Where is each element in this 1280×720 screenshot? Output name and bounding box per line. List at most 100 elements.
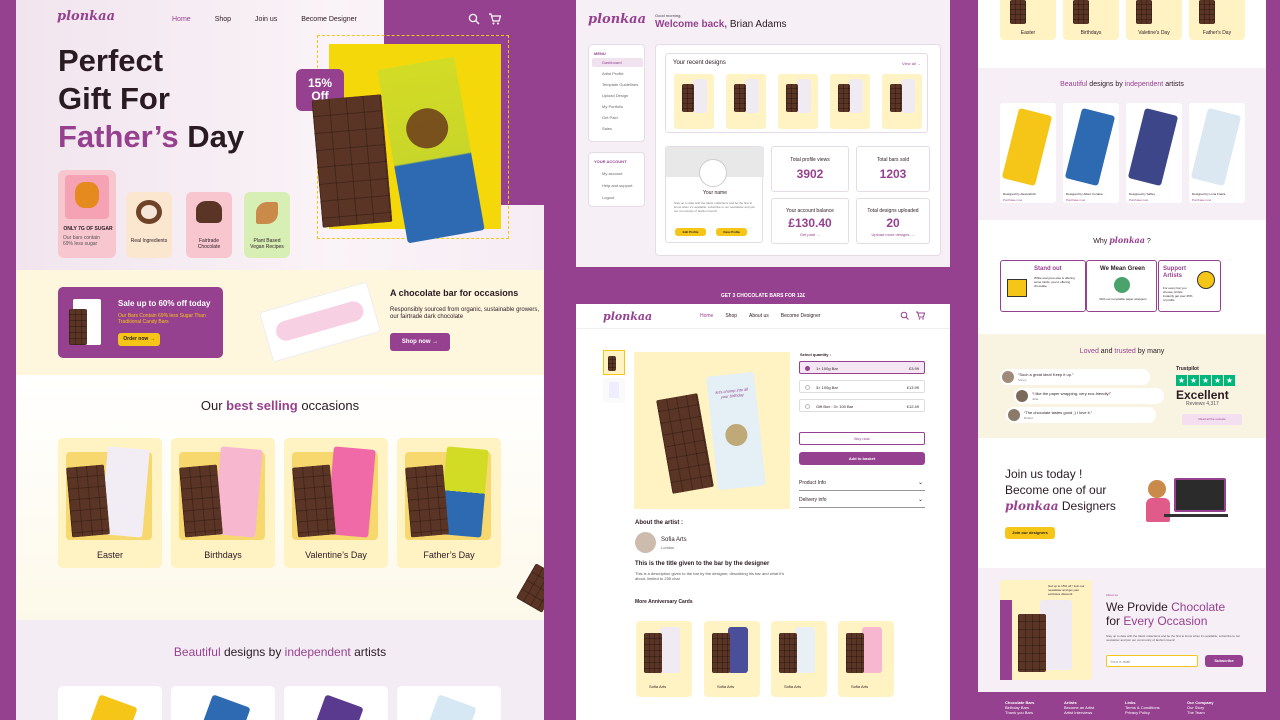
panel-home-sections: Easter Birthdays Valetine's Day Father's… bbox=[978, 0, 1266, 720]
nav-home[interactable]: Home bbox=[172, 16, 191, 23]
occasion-card-easter[interactable]: Easter bbox=[58, 438, 162, 568]
view-profile-button[interactable]: View Profile bbox=[716, 228, 747, 236]
nav-home[interactable]: Home bbox=[700, 313, 713, 319]
designer-card-2[interactable]: Designed by Albert Cordeia Purchase now bbox=[1063, 103, 1119, 203]
join-designers-button[interactable]: Join our designers bbox=[1005, 527, 1055, 539]
accordion-product-info[interactable]: Product Info ⌄ bbox=[799, 480, 925, 491]
nav-become-designer[interactable]: Become Designer bbox=[301, 16, 357, 23]
occasion-card-fathers-day[interactable]: Father’s Day bbox=[397, 438, 501, 568]
footer-link[interactable]: Thank you Bars bbox=[1005, 710, 1034, 715]
recent-design-4[interactable] bbox=[830, 74, 870, 129]
subscribe-button[interactable]: Subscribe bbox=[1205, 655, 1243, 667]
brand-logo[interactable]: plonkaa bbox=[57, 9, 115, 24]
select-quantity-label: Select quantity : bbox=[800, 352, 831, 357]
designer-card-1[interactable]: Designed by Alexandrich Purchase now bbox=[1000, 103, 1056, 203]
about-artist-heading: About the artist : bbox=[635, 520, 683, 526]
sidebar-item-my-account[interactable]: My account bbox=[602, 171, 622, 176]
footer: Chocolate Bars Birthday Bars Thank you Bar… bbox=[978, 692, 1266, 720]
cart-icon[interactable] bbox=[915, 311, 925, 320]
account-menu: YOUR ACCOUNT My account Help and support… bbox=[588, 152, 645, 207]
occasion-desc: Responsibly sourced from organic, sustai… bbox=[390, 307, 540, 320]
sidebar-item-help[interactable]: Help and support bbox=[602, 183, 632, 188]
recent-designs-card: Your recent designs View all → bbox=[665, 53, 928, 133]
accordion-delivery-info[interactable]: Delivery info ⌄ bbox=[799, 497, 925, 508]
design-preview-1 bbox=[58, 686, 162, 720]
footer-link[interactable]: Privacy Policy bbox=[1125, 710, 1160, 715]
get-paid-link[interactable]: Get paid → bbox=[772, 232, 848, 237]
hero-title: Perfect Gift For Father’s Day bbox=[58, 43, 245, 154]
view-all-link[interactable]: View all → bbox=[902, 61, 921, 66]
product-nav: Home Shop About us Become Designer bbox=[700, 313, 821, 319]
sidebar-item-dashboard[interactable]: Dashboard bbox=[592, 58, 643, 67]
why-card-support: Support Artists For every bar you choose… bbox=[1158, 260, 1221, 312]
read-reviews-button[interactable]: Read all the reviews bbox=[1182, 414, 1242, 425]
search-icon[interactable] bbox=[468, 13, 480, 25]
occasion-title: A chocolate bar for occasions bbox=[390, 288, 519, 298]
review-3: “The chocolate tastes good ;) I love it.… bbox=[1006, 407, 1156, 423]
designs-heading: Beautiful designs by independent artists bbox=[173, 645, 387, 659]
nav-join-us[interactable]: Join us bbox=[255, 16, 277, 23]
upload-more-link[interactable]: Upload more designs → bbox=[857, 232, 929, 237]
thumbnail-1[interactable] bbox=[603, 350, 625, 375]
product-logo[interactable]: plonkaa bbox=[603, 310, 652, 323]
nav-shop[interactable]: Shop bbox=[725, 313, 737, 319]
review-2: “I like the paper wrapping, very eco-fri… bbox=[1014, 388, 1164, 404]
option-gift-box[interactable]: Gift Box : 3× 100 Bar £12.49 bbox=[799, 399, 925, 412]
buy-now-button[interactable]: Buy now bbox=[799, 432, 925, 445]
option-single-bar[interactable]: 1× 100g Bar £3.99 bbox=[799, 361, 925, 374]
more-cards-heading: More Anniversary Cards bbox=[635, 599, 693, 605]
feature-vegan: Plant Based Vegan Recipes bbox=[244, 192, 290, 258]
design-preview-2 bbox=[171, 686, 275, 720]
nav-shop[interactable]: Shop bbox=[215, 16, 231, 23]
radio-icon bbox=[805, 366, 810, 371]
bar-description: This is a description given to the bar b… bbox=[635, 571, 785, 581]
shop-now-button[interactable]: Shop now → bbox=[390, 333, 450, 351]
artist-name[interactable]: Sofia Arts bbox=[661, 537, 687, 543]
sidebar-item-logout[interactable]: Logout bbox=[602, 195, 614, 200]
welcome-heading: Welcome back, Brian Adams bbox=[655, 19, 787, 30]
sidebar-item-sales[interactable]: Sales bbox=[602, 126, 612, 131]
footer-link[interactable]: The Team bbox=[1187, 710, 1213, 715]
search-icon[interactable] bbox=[900, 311, 909, 320]
radio-icon bbox=[805, 385, 810, 390]
recent-design-2[interactable] bbox=[726, 74, 766, 129]
designs-heading: Beautiful designs by independent artists bbox=[1060, 81, 1184, 88]
option-three-bars[interactable]: 3× 100g Bar £13.99 bbox=[799, 380, 925, 393]
cart-icon[interactable] bbox=[488, 13, 501, 25]
artist-avatar[interactable] bbox=[635, 532, 656, 553]
designer-card-4[interactable]: Designed by Luna Freiza Purchase now bbox=[1189, 103, 1245, 203]
recent-design-5[interactable] bbox=[882, 74, 922, 129]
recent-design-3[interactable] bbox=[778, 74, 818, 129]
email-field[interactable]: Your e-mail bbox=[1106, 655, 1198, 667]
edit-profile-button[interactable]: Edit Profile bbox=[675, 228, 706, 236]
sidebar-item-my-portfolio[interactable]: My Portfolio bbox=[602, 104, 623, 109]
order-now-button[interactable]: Order now → bbox=[118, 333, 160, 346]
sidebar-item-artist-profile[interactable]: Artist Profile bbox=[602, 71, 624, 76]
occasion-card-valentines[interactable]: Valentine’s Day bbox=[284, 438, 388, 568]
nav-become-designer[interactable]: Become Designer bbox=[781, 313, 821, 319]
footer-link[interactable]: Artist Interviews bbox=[1064, 710, 1094, 715]
more-card-3[interactable]: Sofia Arts bbox=[771, 621, 827, 697]
more-card-4[interactable]: Sofia Arts bbox=[838, 621, 894, 697]
panel-dashboard: plonkaa Good morning, Welcome back, Bria… bbox=[576, 0, 950, 267]
thumbnail-2[interactable] bbox=[603, 378, 625, 403]
stat-profile-views: Total profile views 3902 bbox=[771, 146, 849, 192]
add-to-basket-button[interactable]: Add to basket bbox=[799, 452, 925, 465]
stat-account-balance: Your account balance £130.40 Get paid → bbox=[771, 198, 849, 244]
radio-icon bbox=[805, 404, 810, 409]
more-card-2[interactable]: Sofia Arts bbox=[704, 621, 760, 697]
more-card-1[interactable]: Sofia Arts bbox=[636, 621, 692, 697]
dashboard-logo[interactable]: plonkaa bbox=[588, 12, 646, 27]
sidebar-item-template-guidelines[interactable]: Template Guidelines bbox=[602, 82, 638, 87]
nav-about-us[interactable]: About us bbox=[749, 313, 769, 319]
sidebar-item-get-paid[interactable]: Get Paid bbox=[602, 115, 618, 120]
recent-design-1[interactable] bbox=[674, 74, 714, 129]
avatar[interactable] bbox=[699, 159, 727, 187]
panel-product: GET 3 CHOCOLATE BARS FOR 12£ plonkaa Hom… bbox=[576, 288, 950, 720]
gift-icon bbox=[1007, 279, 1027, 297]
occasion-card-birthdays[interactable]: Birthdays bbox=[171, 438, 275, 568]
panel-landing: plonkaa Home Shop Join us Become Designe… bbox=[16, 0, 544, 720]
sidebar-item-upload-design[interactable]: Upload Design bbox=[602, 93, 628, 98]
profile-card: Your name Stay up to date with the lates… bbox=[665, 146, 764, 243]
designer-card-3[interactable]: Designed by Saffey Purchase now bbox=[1126, 103, 1182, 203]
